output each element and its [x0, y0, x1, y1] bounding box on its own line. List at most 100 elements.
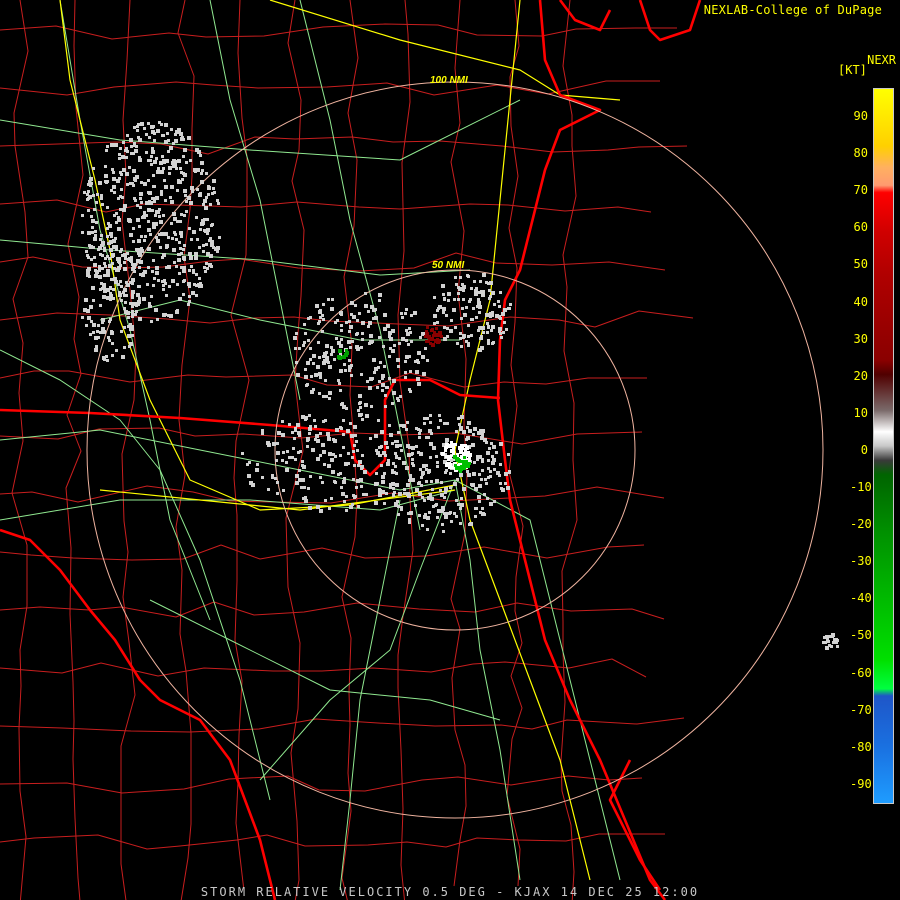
echo-pixel	[409, 370, 412, 373]
echo-pixel	[101, 318, 105, 322]
echo-pixel	[177, 181, 180, 184]
echo-pixel	[113, 267, 116, 270]
echo-pixel	[123, 307, 126, 310]
echo-pixel	[384, 454, 387, 457]
echo-pixel	[487, 459, 490, 462]
echo-pixel	[417, 382, 421, 386]
echo-pixel	[188, 269, 191, 272]
echo-pixel	[110, 189, 113, 192]
echo-pixel	[199, 192, 202, 195]
echo-pixel	[363, 470, 367, 474]
echo-pixel	[162, 167, 165, 170]
echo-pixel	[357, 409, 360, 412]
echo-pixel	[212, 179, 216, 183]
echo-pixel	[376, 482, 379, 485]
echo-pixel	[350, 301, 354, 305]
echo-pixel	[291, 456, 294, 459]
echo-pixel	[157, 167, 160, 170]
echo-pixel	[479, 280, 482, 283]
echo-pixel	[427, 469, 431, 473]
echo-pixel	[294, 429, 297, 432]
echo-pixel	[330, 497, 333, 500]
echo-pixel	[294, 458, 297, 461]
echo-pixel	[319, 454, 322, 457]
echo-pixel	[474, 515, 477, 518]
echo-pixel	[123, 267, 127, 271]
echo-pixel	[487, 325, 490, 328]
echo-pixel	[85, 324, 88, 327]
echo-pixel	[344, 462, 348, 466]
echo-pixel	[130, 145, 133, 148]
echo-pixel	[110, 235, 113, 238]
echo-pixel	[350, 434, 354, 438]
echo-pixel	[206, 218, 209, 221]
echo-pixel	[478, 500, 481, 503]
echo-pixel	[93, 256, 96, 259]
echo-pixel	[108, 320, 111, 323]
echo-pixel	[343, 477, 346, 480]
echo-pixel	[120, 188, 123, 191]
echo-pixel	[177, 128, 181, 132]
echo-pixel	[323, 463, 326, 466]
echo-pixel	[92, 194, 95, 197]
echo-pixel	[392, 487, 395, 490]
echo-pixel	[460, 415, 464, 419]
echo-pixel	[401, 316, 404, 319]
echo-pixel	[441, 523, 444, 526]
echo-pixel	[179, 220, 182, 223]
echo-pixel	[480, 335, 483, 338]
echo-pixel	[178, 241, 181, 244]
echo-pixel	[309, 475, 312, 478]
echo-pixel	[473, 461, 476, 464]
echo-pixel	[508, 471, 511, 474]
echo-pixel	[425, 331, 428, 334]
echo-pixel	[103, 262, 106, 265]
echo-pixel	[106, 235, 109, 238]
echo-pixel	[156, 239, 160, 243]
echo-pixel	[200, 172, 203, 175]
echo-pixel	[202, 244, 205, 247]
echo-pixel	[445, 463, 449, 467]
echo-pixel	[93, 263, 97, 267]
echo-pixel	[436, 465, 439, 468]
echo-pixel	[84, 298, 88, 302]
echo-pixel	[204, 270, 207, 273]
echo-pixel	[343, 500, 346, 503]
echo-pixel	[459, 337, 462, 340]
echo-pixel	[355, 440, 358, 443]
echo-pixel	[155, 271, 159, 275]
echo-pixel	[175, 265, 178, 268]
echo-pixel	[328, 507, 331, 510]
echo-pixel	[386, 462, 390, 466]
echo-pixel	[487, 467, 490, 470]
echo-pixel	[106, 206, 109, 209]
echo-pixel	[378, 488, 381, 491]
echo-pixel	[118, 177, 121, 180]
echo-pixel	[421, 473, 424, 476]
echo-pixel	[168, 285, 171, 288]
echo-pixel	[411, 478, 415, 482]
echo-pixel	[430, 337, 434, 341]
echo-pixel	[456, 342, 459, 345]
echo-pixel	[134, 149, 138, 153]
echo-pixel	[472, 307, 475, 310]
echo-pixel	[178, 272, 181, 275]
echo-pixel	[148, 191, 152, 195]
echo-pixel	[162, 284, 165, 287]
echo-pixel	[143, 127, 146, 130]
echo-pixel	[460, 497, 463, 500]
echo-pixel	[311, 448, 315, 452]
scale-tick-label: -90	[850, 776, 872, 791]
echo-pixel	[98, 275, 102, 279]
unit-label: [KT]	[838, 63, 867, 77]
echo-pixel	[504, 482, 507, 485]
echo-pixel	[154, 214, 157, 217]
echo-pixel	[85, 250, 88, 253]
echo-pixel	[151, 270, 154, 273]
echo-pixel	[416, 359, 419, 362]
echo-pixel	[112, 171, 115, 174]
echo-pixel	[149, 201, 153, 205]
echo-pixel	[89, 333, 92, 336]
echo-pixel	[145, 133, 148, 136]
echo-pixel	[295, 474, 299, 478]
